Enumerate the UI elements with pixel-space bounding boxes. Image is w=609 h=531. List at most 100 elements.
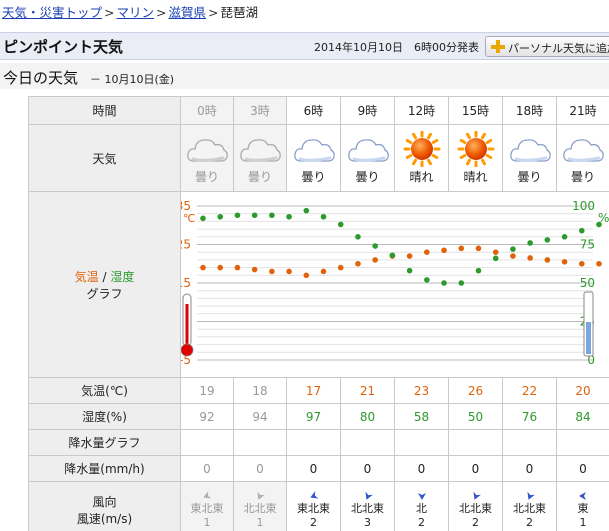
humidity-point (303, 207, 310, 214)
temp-point (527, 255, 533, 261)
time-cell: 6時 (286, 96, 341, 125)
temp-point (510, 253, 516, 259)
plus-icon (490, 39, 505, 54)
humidity-point (492, 255, 499, 262)
section-header: ピンポイント天気 2014年10月10日 6時00分発表 パーソナル天気に追加 (0, 32, 609, 60)
weather-text: 晴れ (409, 170, 434, 184)
temp-point (337, 264, 344, 271)
today-header: 今日の天気 － 10月10日(金) (0, 63, 609, 89)
breadcrumb-marine[interactable]: マリン (117, 5, 155, 20)
precip-graph-cell (340, 429, 395, 456)
temp-point (578, 260, 585, 267)
temp-humidity-chart: 3525155-5℃1007550250% (176, 199, 609, 367)
weather-cell: 曇り (286, 124, 341, 192)
wind-arrow-icon (526, 491, 535, 500)
time-cell: 12時 (394, 96, 449, 125)
time-cell: 18時 (502, 96, 557, 125)
wind-arrow-icon (257, 491, 265, 500)
weather-cell: 曇り (556, 124, 609, 192)
humidity-point (510, 246, 516, 252)
wind-cell: 北北東 3 (340, 481, 395, 531)
temp-point (303, 272, 310, 279)
precip-value: 0 (502, 455, 557, 482)
precip-graph-label: 降水量グラフ (28, 429, 181, 456)
humidity-value: 58 (394, 403, 449, 430)
cloud-icon (293, 139, 335, 162)
cloud-icon (563, 139, 604, 162)
precip-value: 0 (556, 455, 609, 482)
weather-cell: 曇り (502, 124, 557, 192)
humidity-point (424, 277, 430, 283)
legend-temp: 気温 (74, 269, 99, 284)
temp-tick-label: 25 (181, 238, 191, 252)
cloud-icon (240, 139, 281, 162)
humidity-point (217, 213, 224, 220)
precip-graph-cell (286, 429, 341, 456)
precip-graph-cell (180, 429, 234, 456)
forecast-table: 時間 0時 3時 6時 9時 12時 15時 18時 21時 天気 曇り 曇り 曇り 曇り 晴れ 晴れ 曇… (28, 96, 609, 531)
cloud-icon (347, 139, 389, 162)
temp-point (492, 249, 499, 255)
humidity-value: 76 (502, 403, 557, 430)
wind-cell: 北北東 1 (233, 481, 287, 531)
time-row: 時間 0時 3時 6時 9時 12時 15時 18時 21時 (28, 96, 609, 125)
wind-arrow-icon (364, 491, 373, 500)
humidity-point (475, 267, 482, 274)
time-cell: 3時 (233, 96, 287, 125)
weather-text: 曇り (570, 170, 595, 184)
temp-point (355, 260, 361, 267)
precip-graph-cell (502, 429, 557, 456)
temp-point (200, 264, 206, 271)
sun-icon (457, 131, 494, 167)
time-cell: 21時 (556, 96, 609, 125)
breadcrumb-weather-top[interactable]: 天気・災害トップ (2, 5, 102, 20)
humidity-point (251, 212, 258, 219)
wind-speed: 2 (472, 516, 479, 529)
temp-point (372, 257, 378, 263)
wind-speed: 2 (418, 516, 425, 529)
time-label: 時間 (28, 96, 181, 125)
wind-cell: 北2 (394, 481, 449, 531)
humidity-value: 50 (448, 403, 503, 430)
wind-direction: 北北東 (243, 502, 277, 515)
wind-speed: 1 (579, 516, 587, 529)
temp-point (475, 245, 482, 252)
weather-text: 曇り (301, 170, 326, 184)
precip-value: 0 (286, 455, 341, 482)
time-cell: 0時 (180, 96, 234, 125)
humidity-row: 湿度(%) 92 94 97 80 58 50 76 84 (28, 403, 609, 430)
wind-row: 風向 風速(m/s) 東北東 1 北北東 1 東北東 2 北北東 3 北 2 北北東 2 北北東 2 東 1 (28, 481, 609, 531)
humidity-point (458, 280, 465, 286)
wind-speed: 2 (310, 516, 317, 529)
humidity-point (406, 267, 413, 274)
precip-graph-row: 降水量グラフ (28, 429, 609, 456)
legend-graph: グラフ (86, 286, 123, 301)
wind-speed: 1 (256, 516, 264, 529)
weather-row: 天気 曇り 曇り 曇り 曇り 晴れ 晴れ 曇り 曇り (28, 124, 609, 192)
weather-text: 曇り (194, 170, 219, 184)
time-cell: 9時 (340, 96, 395, 125)
temp-point (544, 257, 551, 263)
temp-row: 気温(℃) 19 18 17 21 23 26 22 20 (28, 377, 609, 404)
add-personal-weather-button[interactable]: パーソナル天気に追加 (485, 36, 609, 57)
wind-direction: 北北東 (351, 502, 384, 515)
precip-value: 0 (233, 455, 287, 482)
breadcrumb-shiga[interactable]: 滋賀県 (169, 5, 207, 20)
precip-value: 0 (340, 455, 395, 482)
humidity-value: 84 (556, 403, 609, 430)
weather-text: 曇り (517, 170, 542, 184)
temp-point (561, 259, 568, 265)
humidity-point (200, 215, 206, 222)
temp-value: 26 (448, 377, 503, 404)
page-title: ピンポイント天気 (3, 38, 124, 56)
humidity-value: 80 (340, 403, 395, 430)
weather-cell: 晴れ (394, 124, 449, 192)
breadcrumb-separator: > (208, 5, 219, 20)
temp-point (458, 245, 465, 252)
wind-direction: 東北東 (297, 502, 330, 515)
temp-point (234, 264, 241, 271)
wind-speed-label: 風速(m/s) (76, 511, 133, 526)
humidity-value: 92 (180, 403, 234, 430)
humidity-point (320, 213, 327, 220)
temp-point (596, 260, 602, 267)
